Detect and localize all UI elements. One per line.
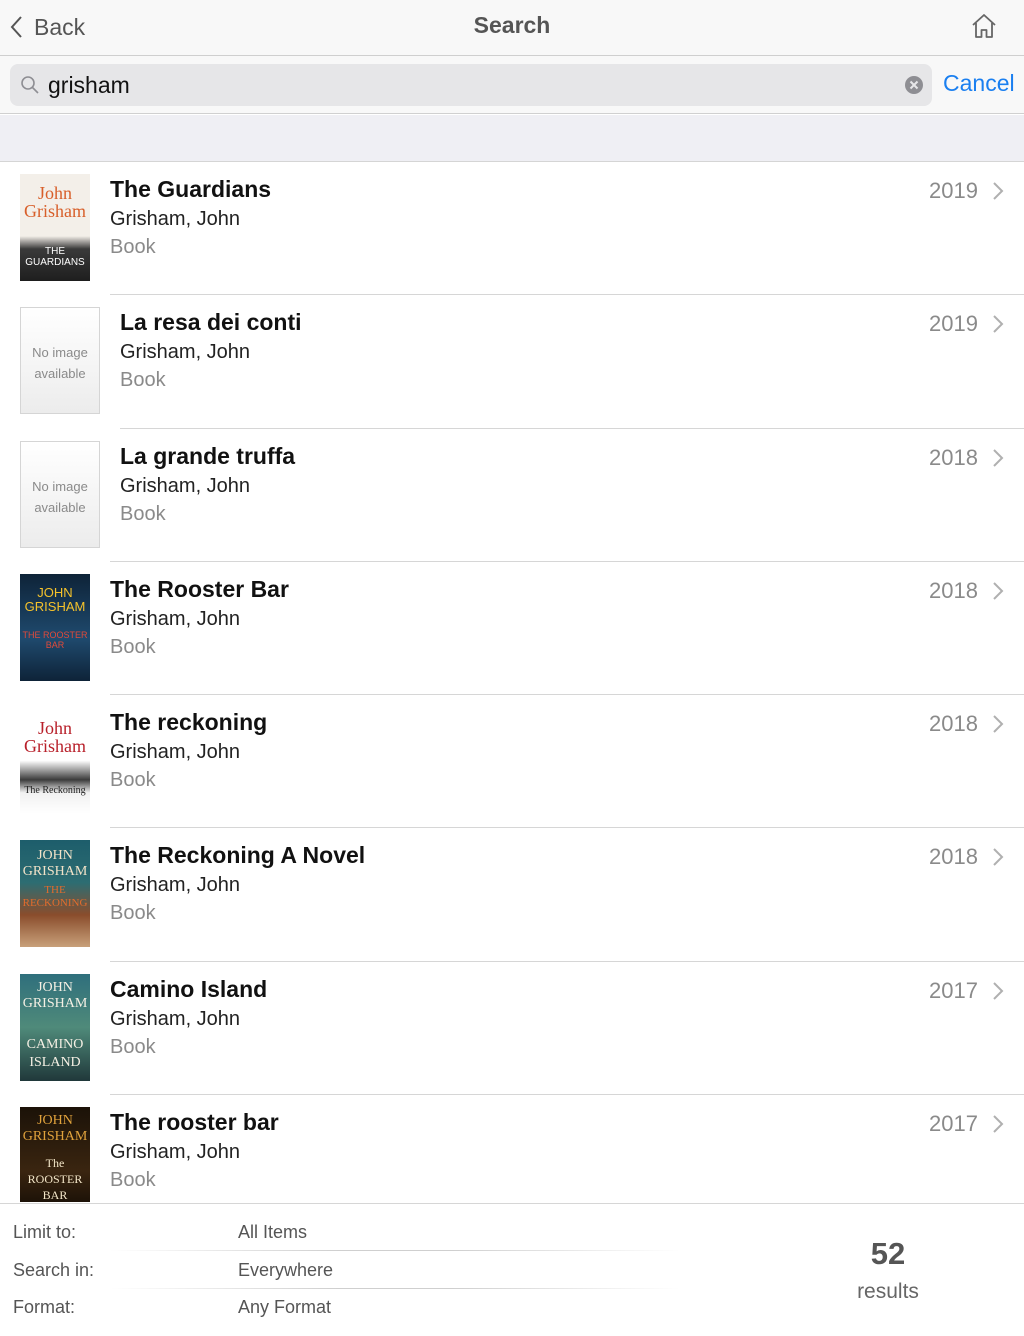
chevron-right-icon: [993, 848, 1004, 867]
chevron-right-icon: [993, 715, 1004, 733]
result-format: Book: [120, 502, 166, 525]
result-year: 2019: [929, 178, 978, 203]
result-year: 2018: [929, 577, 978, 603]
result-title: The Guardians: [110, 176, 272, 202]
result-format: Book: [110, 1035, 156, 1058]
chevron-right-icon: [993, 448, 1004, 467]
result-format: Book: [110, 769, 156, 792]
result-year: 2017: [929, 977, 978, 1003]
result-format: Book: [110, 902, 156, 925]
filter-limit-to[interactable]: Limit to: All Items: [0, 1214, 680, 1251]
chevron-right-icon: [993, 982, 1004, 1000]
no-image-placeholder: No image available: [20, 307, 100, 415]
result-row[interactable]: JOHN GRISHAM The ROOSTER BAR The rooster…: [0, 1095, 1024, 1202]
result-title: Camino Island: [110, 975, 268, 1002]
result-author: Grisham, John: [110, 1007, 241, 1030]
placeholder-text: available: [34, 499, 86, 515]
cover-author-text: John Grisham: [24, 183, 86, 221]
result-title: The rooster bar: [110, 1109, 279, 1136]
cover-author-text: JOHN GRISHAM: [22, 979, 88, 1011]
result-format: Book: [110, 1169, 156, 1192]
results-list[interactable]: John Grisham THE GUARDIANS The Guardians…: [0, 162, 1024, 1202]
cover-title-text: THE ROOSTER BAR: [22, 629, 88, 650]
search-filters-footer: Limit to: All Items Search in: Everywher…: [0, 1203, 1024, 1336]
filter-search-in[interactable]: Search in: Everywhere: [0, 1252, 680, 1289]
book-cover-image: JOHN GRISHAM The ROOSTER BAR: [20, 1107, 90, 1202]
placeholder-text: available: [34, 366, 86, 382]
result-title: The Reckoning A Novel: [110, 842, 366, 869]
placeholder-text: No image: [32, 478, 88, 494]
cover-title-text: THE GUARDIANS: [25, 246, 85, 268]
result-author: Grisham, John: [110, 741, 241, 764]
chevron-right-icon: [993, 182, 1004, 200]
filter-value: Any Format: [238, 1297, 332, 1317]
cover-title-text: CAMINO ISLAND: [26, 1036, 84, 1070]
filter-label: Limit to:: [13, 1222, 77, 1242]
cover-title-text: The ROOSTER BAR: [27, 1156, 83, 1202]
cover-title-text: The Reckoning: [24, 785, 86, 797]
result-author: Grisham, John: [110, 874, 241, 897]
cover-author-text: JOHN GRISHAM: [22, 848, 88, 880]
result-year: 2018: [929, 844, 978, 870]
result-title: La resa dei conti: [120, 309, 302, 336]
result-format: Book: [120, 369, 166, 392]
result-year: 2017: [929, 1111, 978, 1137]
book-cover-image: JOHN GRISHAM THE RECKONING: [20, 840, 90, 948]
filter-format[interactable]: Format: Any Format: [0, 1289, 680, 1326]
cover-author-text: JOHN GRISHAM: [24, 584, 86, 614]
results-count: 52: [870, 1236, 906, 1271]
book-cover-image: John Grisham The Reckoning: [20, 707, 90, 815]
filter-divider: [110, 1250, 680, 1251]
result-author: Grisham, John: [110, 1141, 241, 1164]
cover-author-text: JOHN GRISHAM: [22, 1113, 88, 1145]
no-image-placeholder: No image available: [20, 440, 100, 548]
result-row[interactable]: JOHN GRISHAM THE ROOSTER BAR The Rooster…: [0, 562, 1024, 696]
result-title: The Rooster Bar: [110, 575, 289, 602]
result-year: 2018: [929, 444, 978, 470]
book-cover-image: JOHN GRISHAM THE ROOSTER BAR: [20, 573, 90, 681]
result-row[interactable]: John Grisham THE GUARDIANS The Guardians…: [0, 162, 1024, 296]
section-spacer: [0, 115, 1024, 162]
result-row[interactable]: JOHN GRISHAM CAMINO ISLAND Camino Island…: [0, 962, 1024, 1096]
placeholder-text: No image: [32, 345, 88, 361]
search-field[interactable]: [10, 64, 932, 106]
cancel-button[interactable]: Cancel: [943, 70, 1015, 97]
result-title: The reckoning: [110, 709, 268, 736]
search-icon: [21, 76, 39, 94]
book-cover-image: JOHN GRISHAM CAMINO ISLAND: [20, 973, 90, 1081]
result-title: La grande truffa: [120, 442, 296, 469]
result-author: Grisham, John: [110, 208, 241, 230]
search-input[interactable]: [48, 64, 888, 106]
result-row[interactable]: No image available La resa dei conti Gri…: [0, 295, 1024, 429]
result-row[interactable]: JOHN GRISHAM THE RECKONING The Reckoning…: [0, 828, 1024, 962]
book-cover-image: John Grisham THE GUARDIANS: [20, 174, 90, 281]
page-title: Search: [473, 12, 551, 38]
filter-value: Everywhere: [238, 1260, 334, 1280]
cover-author-text: John Grisham: [24, 718, 86, 757]
filter-label: Search in:: [13, 1260, 95, 1280]
home-icon[interactable]: [970, 12, 998, 40]
navigation-bar: Back Search: [0, 0, 1024, 56]
result-author: Grisham, John: [120, 474, 251, 497]
chevron-right-icon: [993, 582, 1004, 600]
chevron-right-icon: [993, 1115, 1004, 1133]
result-row[interactable]: John Grisham The Reckoning The reckoning…: [0, 695, 1024, 829]
filter-label: Format:: [13, 1297, 76, 1317]
cover-title-text: THE RECKONING: [22, 884, 88, 910]
result-format: Book: [110, 236, 156, 258]
clear-icon[interactable]: [904, 75, 924, 95]
search-bar: Cancel: [0, 56, 1024, 114]
results-count-label: results: [857, 1280, 919, 1303]
filter-value: All Items: [238, 1222, 308, 1242]
result-year: 2018: [929, 711, 978, 737]
result-year: 2019: [929, 311, 978, 337]
chevron-right-icon: [993, 315, 1004, 334]
result-row[interactable]: No image available La grande truffa Gris…: [0, 429, 1024, 562]
result-author: Grisham, John: [120, 341, 251, 364]
result-author: Grisham, John: [110, 607, 241, 630]
result-format: Book: [110, 635, 156, 658]
